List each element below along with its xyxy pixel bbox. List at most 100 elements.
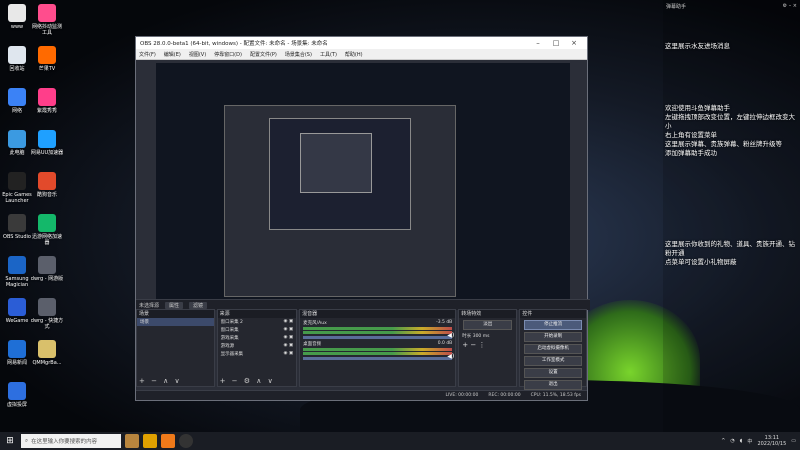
app-icon [38, 298, 56, 316]
menu-item[interactable]: 工具(T) [320, 51, 337, 58]
minimize-icon[interactable]: – [529, 39, 547, 47]
desktop-icon[interactable]: 紫霞秀秀 [30, 88, 64, 114]
settings-icon[interactable]: ⚙ [783, 3, 787, 9]
source-item[interactable]: 游戏源 ◉ ▣ [218, 342, 297, 350]
desktop-icon-label: 回收站 [9, 66, 25, 72]
desktop-icon[interactable]: QMMgrBa... [30, 340, 64, 366]
desktop-icon-label: QMMgrBa... [32, 360, 62, 366]
wifi-icon[interactable]: ◔ [730, 438, 734, 444]
bear-app-icon[interactable] [125, 434, 139, 448]
close-icon[interactable]: × [793, 3, 797, 9]
mixer-channel: 桌面音频 0.0 dB ◀) [303, 341, 454, 360]
desktop-icon[interactable]: 网络抖动监测工具 [30, 4, 64, 36]
ime-indicator[interactable]: 中 [747, 438, 752, 445]
desktop-icon[interactable]: dwrg - 网游版 [30, 256, 64, 282]
obs-docks: 场景 场景 + − ∧ ∨ 来源 窗口采集 2 ◉ ▣ 窗口采集 ◉ ▣ 游戏采集 ◉ ▣… [136, 309, 587, 390]
minimize-icon[interactable]: – [789, 3, 792, 9]
menu-item[interactable]: 场景集合(S) [285, 51, 312, 58]
desktop-icon[interactable]: 虚拟投屏 [0, 382, 34, 408]
desktop-icon-label: OBS Studio [3, 234, 31, 240]
source-item[interactable]: 窗口采集 2 ◉ ▣ [218, 318, 297, 326]
obs-preview[interactable] [156, 63, 570, 305]
desktop-icon[interactable]: Epic Games Launcher [0, 172, 34, 204]
desktop: www 网络抖动监测工具回收站 芒果TV 网络 紫霞秀秀此电脑 网易UU加速器 Epic G… [0, 0, 800, 440]
control-button[interactable]: 开始录制 [524, 332, 582, 342]
transition-toolbar[interactable]: + − ⋮ [459, 340, 516, 350]
menu-item[interactable]: 配置文件(P) [250, 51, 277, 58]
duration-label: 时长 [462, 334, 472, 339]
transition-duration[interactable]: 时长 300 ms [459, 332, 516, 340]
close-icon[interactable]: × [565, 39, 583, 47]
source-item[interactable]: 游戏采集 ◉ ▣ [218, 334, 297, 342]
speaker-icon[interactable]: ◀) [447, 332, 454, 339]
menu-item[interactable]: 文件(F) [139, 51, 156, 58]
transition-select[interactable]: 淡出 [463, 320, 513, 330]
taskbar-search[interactable]: ⌕ 在这里输入你要搜索的内容 [21, 434, 121, 448]
desktop-icon[interactable]: 迅游网络加速器 [30, 214, 64, 246]
control-button[interactable]: 停止推流 [524, 320, 582, 330]
desktop-icon[interactable]: 酷狗音乐 [30, 172, 64, 198]
chat-message: 这里展示水友进场消息 [665, 42, 730, 50]
visibility-lock-icon[interactable]: ◉ ▣ [284, 319, 294, 324]
desktop-icon[interactable]: Samsung Magician [0, 256, 34, 288]
clock[interactable]: 13:11 2022/10/15 [757, 435, 786, 447]
control-button[interactable]: 退出 [524, 380, 582, 390]
source-item[interactable]: 窗口采集 ◉ ▣ [218, 326, 297, 334]
properties-button[interactable]: 属性 [165, 301, 184, 309]
desktop-icon[interactable]: dwrg - 快捷方式 [30, 298, 64, 330]
folder-icon[interactable] [143, 434, 157, 448]
notification-icon[interactable]: ▭ [791, 438, 796, 444]
control-button[interactable]: 工作室模式 [524, 356, 582, 366]
danmaku-assistant[interactable]: 弹幕助手 ⚙ – × 这里展示水友进场消息 欢迎使用斗鱼弹幕助手 左键拖拽顶部改… [663, 0, 800, 432]
tray-arrow-icon[interactable]: ^ [721, 438, 725, 444]
source-toolbar-buttons[interactable]: + − ⚙ ∧ ∨ [220, 377, 275, 385]
desktop-icon[interactable]: 网易新闻 [0, 340, 34, 366]
app-icon [38, 256, 56, 274]
chat-message: 欢迎使用斗鱼弹幕助手 左键拖拽顶部改变位置，左键拉伸边框改变大小 右上角有设置菜… [665, 104, 795, 157]
source-item-label: 显示器采集 [220, 352, 244, 357]
desktop-icon[interactable]: WeGame [0, 298, 34, 324]
obs-titlebar[interactable]: OBS 28.0.0-beta1 (64-bit, windows) - 配置文… [136, 37, 587, 49]
app-icon [8, 256, 26, 274]
scene-item[interactable]: 场景 [137, 318, 214, 326]
windows-start-icon[interactable]: ⊞ [3, 434, 17, 448]
obs-window[interactable]: OBS 28.0.0-beta1 (64-bit, windows) - 配置文… [135, 36, 590, 401]
app-icon [38, 88, 56, 106]
desktop-icon[interactable]: www [0, 4, 34, 30]
desktop-icon[interactable]: 网易UU加速器 [30, 130, 64, 156]
desktop-icon[interactable]: 回收站 [0, 46, 34, 72]
obs-title: OBS 28.0.0-beta1 (64-bit, windows) - 配置文… [140, 41, 328, 47]
maximize-icon[interactable]: □ [547, 39, 565, 47]
desktop-icon[interactable]: OBS Studio [0, 214, 34, 240]
volume-slider[interactable]: ◀) [303, 332, 454, 339]
menu-item[interactable]: 编辑(E) [164, 51, 181, 58]
scene-toolbar[interactable]: + − ∧ ∨ [139, 377, 182, 385]
rec-timer: REC: 00:00:00 [488, 393, 521, 398]
speaker-icon[interactable]: ◀) [447, 353, 454, 360]
menu-item[interactable]: 视图(V) [189, 51, 206, 58]
obs-taskbar-icon[interactable] [179, 434, 193, 448]
desktop-icon[interactable]: 芒果TV [30, 46, 64, 72]
taskbar: ⊞ ⌕ 在这里输入你要搜索的内容 ^ ◔ ◖ 中 13:11 2022/10/1… [0, 432, 800, 450]
desktop-icon[interactable]: 此电脑 [0, 130, 34, 156]
volume-icon[interactable]: ◖ [740, 438, 743, 444]
visibility-lock-icon[interactable]: ◉ ▣ [284, 327, 294, 332]
filters-button[interactable]: 滤镜 [189, 301, 208, 309]
menu-item[interactable]: 停靠窗口(D) [214, 51, 242, 58]
desktop-icon[interactable]: 网络 [0, 88, 34, 114]
visibility-lock-icon[interactable]: ◉ ▣ [284, 335, 294, 340]
orange-app-icon[interactable] [161, 434, 175, 448]
volume-slider[interactable]: ◀) [303, 353, 454, 360]
source-item[interactable]: 显示器采集 ◉ ▣ [218, 350, 297, 358]
volume-meter [303, 327, 453, 330]
control-button[interactable]: 启动虚拟摄像机 [524, 344, 582, 354]
visibility-lock-icon[interactable]: ◉ ▣ [284, 351, 294, 356]
transitions-dock: 转场特效 淡出 时长 300 ms + − ⋮ [458, 309, 518, 387]
control-button[interactable]: 设置 [524, 368, 582, 378]
channel-db: -3.5 dB [436, 320, 453, 325]
visibility-lock-icon[interactable]: ◉ ▣ [284, 343, 294, 348]
desktop-icon-label: dwrg - 网游版 [30, 276, 64, 282]
desktop-icon-label: www [10, 24, 24, 30]
menu-item[interactable]: 帮助(H) [345, 51, 363, 58]
desktop-icon-label: 紫霞秀秀 [36, 108, 57, 114]
